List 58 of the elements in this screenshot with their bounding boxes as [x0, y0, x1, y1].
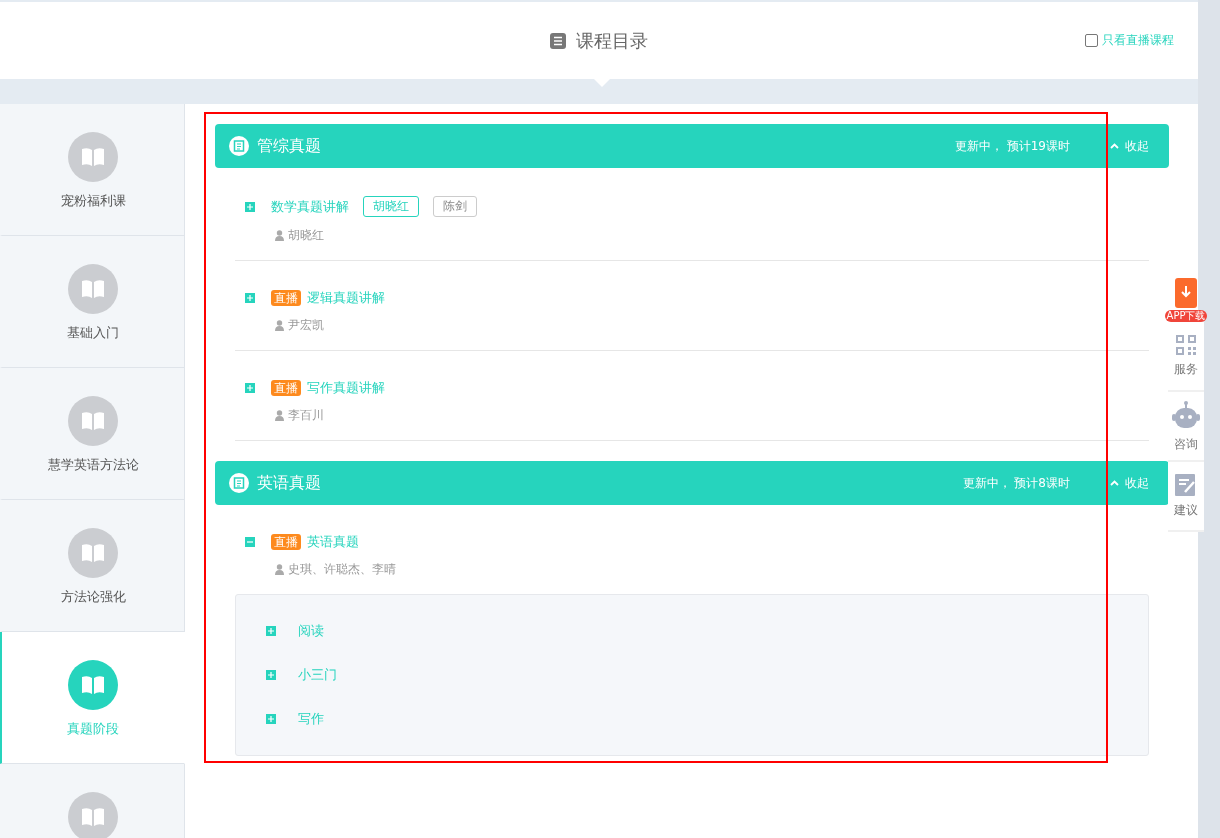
teacher-tag[interactable]: 陈剑 — [433, 196, 477, 217]
collapse-button[interactable]: 收起 — [1110, 137, 1149, 155]
live-badge: 直播 — [271, 534, 301, 550]
person-icon — [275, 230, 284, 241]
section-status: 更新中， 预计19课时 — [954, 137, 1070, 155]
live-badge: 直播 — [271, 380, 301, 396]
expand-icon[interactable] — [245, 383, 255, 393]
chevron-up-icon — [1110, 480, 1119, 486]
section-title: 管综真题 — [257, 135, 322, 157]
book-icon — [68, 660, 118, 710]
collapse-icon[interactable] — [245, 537, 255, 547]
sidebar-item[interactable]: 方法论强化 — [0, 500, 185, 632]
edit-note-icon — [1175, 473, 1197, 496]
section-status: 更新中， 预计8课时 — [962, 474, 1070, 492]
chapter-title[interactable]: 写作 — [298, 710, 324, 728]
course-title[interactable]: 数学真题讲解 — [271, 197, 349, 216]
person-icon — [275, 410, 284, 421]
live-only-checkbox[interactable]: 只看直播课程 — [1085, 32, 1174, 49]
course-title[interactable]: 逻辑真题讲解 — [307, 289, 385, 307]
document-icon — [229, 136, 249, 156]
teacher-names: 李百川 — [288, 407, 324, 424]
side-tool-button[interactable]: 建议 — [1168, 462, 1204, 532]
robot-icon — [1172, 399, 1200, 430]
page-title: 课程目录 — [576, 28, 648, 53]
book-icon — [68, 528, 118, 578]
qr-code-icon — [1176, 334, 1196, 355]
document-icon — [229, 473, 249, 493]
book-icon — [68, 792, 118, 838]
course-title[interactable]: 写作真题讲解 — [307, 379, 385, 397]
expand-icon[interactable] — [245, 201, 255, 212]
book-icon — [68, 132, 118, 182]
teacher-names: 胡晓红 — [288, 227, 324, 244]
book-icon — [68, 264, 118, 314]
app-download-button[interactable]: APP下载 — [1166, 278, 1206, 322]
teacher-tag[interactable]: 胡晓红 — [363, 196, 419, 217]
section-title: 英语真题 — [257, 472, 322, 494]
expand-icon[interactable] — [266, 670, 276, 680]
collapse-button[interactable]: 收起 — [1110, 474, 1149, 492]
expand-icon[interactable] — [266, 626, 276, 636]
course-title[interactable]: 英语真题 — [307, 533, 359, 551]
sidebar-item[interactable]: 基础入门 — [0, 236, 185, 368]
side-tool-button[interactable]: 咨询 — [1168, 392, 1204, 462]
chapter-title[interactable]: 小三门 — [298, 666, 337, 684]
chapter-title[interactable]: 阅读 — [298, 622, 324, 640]
person-icon — [275, 320, 284, 331]
sidebar-item[interactable]: 真题阶段 — [0, 632, 185, 764]
sidebar-item[interactable]: 宠粉福利课 — [0, 104, 185, 236]
sidebar-item[interactable]: 慧学英语方法论 — [0, 368, 185, 500]
teacher-names: 史琪、许聪杰、李晴 — [288, 561, 396, 578]
expand-icon[interactable] — [266, 714, 276, 724]
list-icon — [550, 32, 566, 49]
expand-icon[interactable] — [245, 293, 255, 303]
book-icon — [68, 396, 118, 446]
live-badge: 直播 — [271, 290, 301, 306]
person-icon — [275, 564, 284, 575]
teacher-names: 尹宏凯 — [288, 317, 324, 334]
side-tool-button[interactable]: 服务 — [1168, 322, 1204, 392]
chevron-up-icon — [1110, 143, 1119, 149]
